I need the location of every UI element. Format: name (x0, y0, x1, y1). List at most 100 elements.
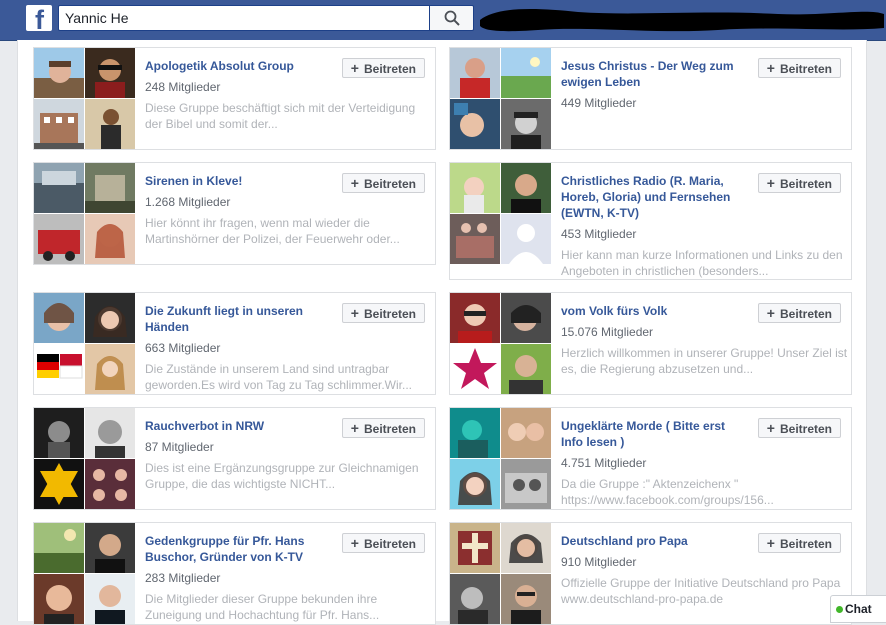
member-count: 449 Mitglieder (561, 96, 637, 110)
join-button-label: Beitreten (363, 307, 416, 321)
group-name-link[interactable]: Apologetik Absolut Group (145, 58, 325, 74)
join-button[interactable]: + Beitreten (341, 533, 425, 553)
group-photos[interactable] (450, 523, 551, 624)
group-photos[interactable] (450, 48, 551, 149)
group-name-link[interactable]: Sirenen in Kleve! (145, 173, 325, 189)
group-description: Hier kann man kurze Informationen und Li… (561, 248, 843, 278)
member-count: 248 Mitglieder (145, 80, 221, 94)
member-count: 87 Mitglieder (145, 440, 214, 454)
member-photo (34, 293, 84, 343)
badge-icon (34, 459, 84, 509)
member-photo (450, 574, 500, 624)
member-count: 663 Mitglieder (145, 341, 221, 355)
member-photo (85, 163, 135, 213)
member-photo (34, 48, 84, 98)
member-photo (85, 574, 135, 624)
group-card: Jesus Christus - Der Weg zum ewigen Lebe… (449, 47, 852, 150)
group-name-link[interactable]: Jesus Christus - Der Weg zum ewigen Lebe… (561, 58, 741, 90)
group-photos[interactable] (34, 293, 135, 394)
group-name-link[interactable]: Gedenkgruppe für Pfr. Hans Buschor, Grün… (145, 533, 325, 565)
member-photo (450, 163, 500, 213)
search-button[interactable] (430, 5, 474, 31)
plus-icon: + (766, 305, 775, 321)
group-photos[interactable] (34, 163, 135, 264)
group-description: Hier könnt ihr fragen, wenn mal wieder d… (145, 216, 400, 246)
join-button-label: Beitreten (363, 537, 416, 551)
member-photo (34, 574, 84, 624)
group-name-link[interactable]: vom Volk fürs Volk (561, 303, 741, 319)
join-button-label: Beitreten (779, 62, 832, 76)
group-card: Sirenen in Kleve! 1.268 Mitglieder Hier … (33, 162, 436, 265)
plus-icon: + (350, 305, 359, 321)
plus-icon: + (766, 535, 775, 551)
plus-icon: + (766, 175, 775, 191)
group-photos[interactable] (34, 408, 135, 509)
join-button[interactable]: + Beitreten (757, 418, 841, 438)
member-photo (450, 459, 500, 509)
online-status-icon (836, 606, 843, 613)
member-photo (501, 99, 551, 149)
member-photo (450, 48, 500, 98)
member-photo (501, 459, 551, 509)
member-photo (85, 214, 135, 264)
member-photo (501, 163, 551, 213)
member-count: 453 Mitglieder (561, 227, 637, 241)
group-description (561, 116, 851, 148)
top-navigation-bar: f Yannic He (0, 0, 886, 41)
member-photo (450, 408, 500, 458)
group-photos[interactable] (34, 48, 135, 149)
group-name-link[interactable]: Die Zukunft liegt in unseren Händen (145, 303, 325, 335)
redacted-area (480, 9, 884, 32)
group-photos[interactable] (450, 408, 551, 509)
join-button-label: Beitreten (779, 422, 832, 436)
group-description: Die Mitglieder dieser Gruppe bekunden ih… (145, 592, 380, 622)
plus-icon: + (766, 60, 775, 76)
member-photo (85, 293, 135, 343)
chat-label: Chat (845, 602, 872, 616)
member-photo (34, 214, 84, 264)
group-description: Da die Gruppe :" Aktenzeichenx " https:/… (561, 477, 774, 507)
member-photo (34, 99, 84, 149)
group-name-link[interactable]: Ungeklärte Morde ( Bitte erst Info lesen… (561, 418, 741, 450)
join-button[interactable]: + Beitreten (757, 303, 841, 323)
member-count: 1.268 Mitglieder (145, 195, 231, 209)
plus-icon: + (350, 175, 359, 191)
search-input[interactable]: Yannic He (58, 5, 430, 31)
member-photo (501, 293, 551, 343)
join-button-label: Beitreten (779, 537, 832, 551)
join-button[interactable]: + Beitreten (341, 58, 425, 78)
group-photos[interactable] (34, 523, 135, 624)
join-button[interactable]: + Beitreten (341, 418, 425, 438)
join-button[interactable]: + Beitreten (341, 173, 425, 193)
group-name-link[interactable]: Deutschland pro Papa (561, 533, 741, 549)
member-photo (501, 344, 551, 394)
group-card: vom Volk fürs Volk 15.076 Mitglieder Her… (449, 292, 852, 395)
group-description: Offizielle Gruppe der Initiative Deutsch… (561, 576, 841, 606)
join-button-label: Beitreten (363, 62, 416, 76)
member-photo (450, 523, 500, 573)
join-button-label: Beitreten (779, 177, 832, 191)
group-card: Apologetik Absolut Group 248 Mitglieder … (33, 47, 436, 150)
group-description: Herzlich willkommen in unserer Gruppe! U… (561, 346, 848, 376)
join-button[interactable]: + Beitreten (757, 173, 841, 193)
member-photo (450, 293, 500, 343)
join-button[interactable]: + Beitreten (341, 303, 425, 323)
member-photo (85, 344, 135, 394)
plus-icon: + (350, 420, 359, 436)
default-avatar-icon (501, 214, 551, 264)
facebook-logo-icon[interactable]: f (26, 5, 52, 31)
group-photos[interactable] (450, 163, 551, 264)
join-button[interactable]: + Beitreten (757, 58, 841, 78)
group-name-link[interactable]: Christliches Radio (R. Maria, Horeb, Glo… (561, 173, 741, 221)
member-photo (501, 48, 551, 98)
group-photos[interactable] (450, 293, 551, 394)
group-name-link[interactable]: Rauchverbot in NRW (145, 418, 325, 434)
member-photo (450, 214, 500, 264)
member-photo (85, 48, 135, 98)
join-button[interactable]: + Beitreten (757, 533, 841, 553)
member-count: 283 Mitglieder (145, 571, 221, 585)
member-photo (85, 99, 135, 149)
chat-tab[interactable]: Chat (830, 595, 886, 623)
member-count: 910 Mitglieder (561, 555, 637, 569)
group-card: Deutschland pro Papa 910 Mitglieder Offi… (449, 522, 852, 625)
